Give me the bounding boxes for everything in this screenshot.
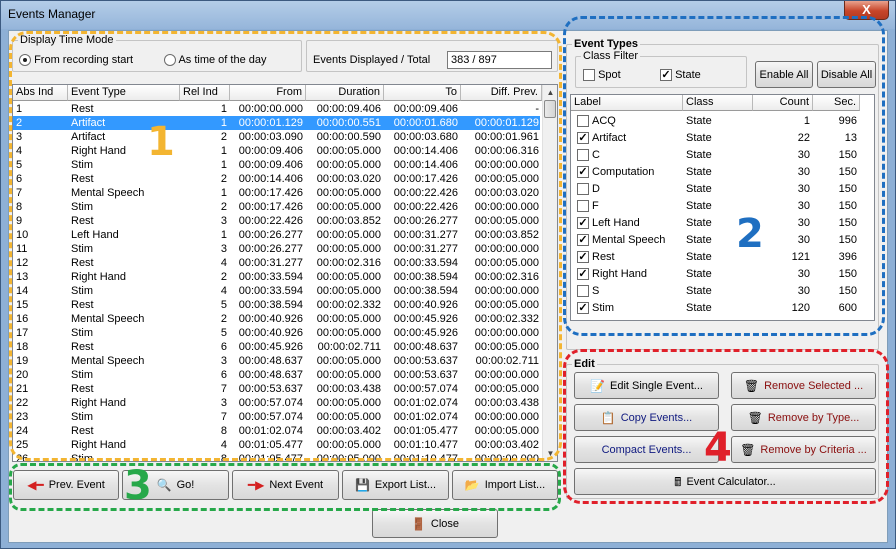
close-label: Close — [430, 517, 460, 530]
annotation-region-1 — [9, 31, 562, 461]
annotation-region-3 — [9, 463, 561, 511]
events-manager-window: Events Manager X Display Time Mode From … — [0, 0, 896, 549]
annotation-number-2: 2 — [736, 211, 764, 257]
annotation-number-3: 3 — [124, 463, 152, 509]
annotation-number-4: 4 — [704, 425, 732, 471]
close-button[interactable]: 🚪 Close — [372, 509, 498, 538]
annotation-number-1: 1 — [147, 119, 175, 165]
exit-door-icon: 🚪 — [410, 516, 426, 531]
window-title: Events Manager — [8, 7, 96, 21]
annotation-region-2 — [563, 16, 885, 336]
